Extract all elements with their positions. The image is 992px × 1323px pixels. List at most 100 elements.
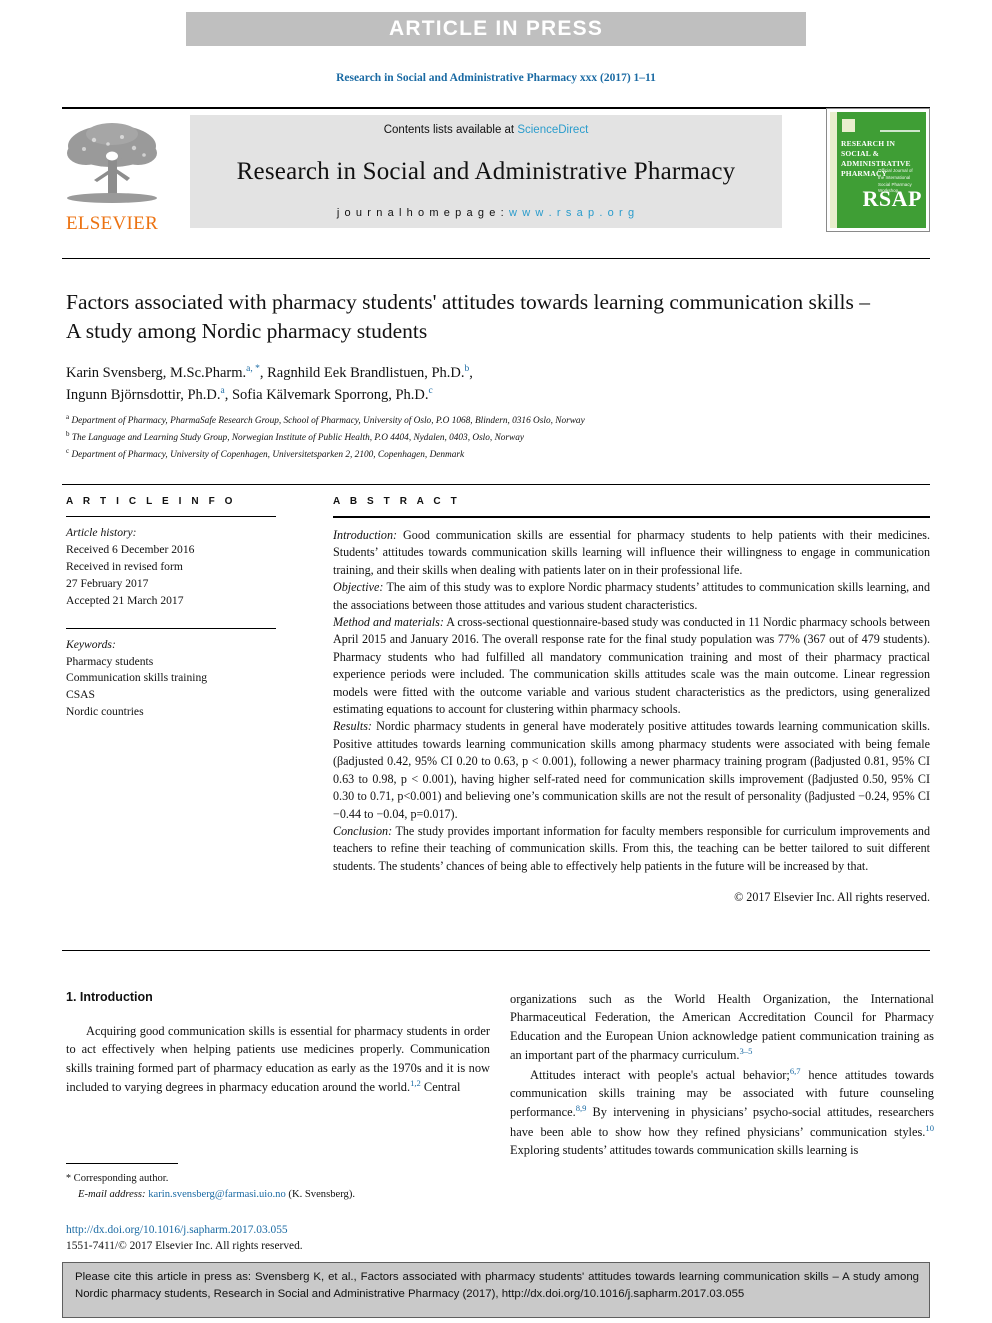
affiliation-item: c Department of Pharmacy, University of … (66, 446, 896, 463)
email-note: E-mail address: karin.svensberg@farmasi.… (66, 1187, 490, 1203)
keyword-item: CSAS (66, 688, 96, 702)
abstract-band-bottom-rule (62, 950, 930, 951)
paragraph-text: Attitudes interact with people's actual … (530, 1067, 790, 1082)
cover-art: RESEARCH IN SOCIAL & ADMINISTRATIVE PHAR… (830, 112, 926, 228)
journal-cover-thumbnail: RESEARCH IN SOCIAL & ADMINISTRATIVE PHAR… (826, 108, 930, 232)
article-history-item: Received 6 December 2016 (66, 542, 195, 556)
article-history-item: 27 February 2017 (66, 576, 149, 590)
keywords-rule (66, 627, 276, 629)
abstract-column: A B S T R A C T Introduction: Good commu… (333, 496, 930, 907)
asterisk-icon: * (66, 1173, 71, 1184)
abstract-section-text: Good communication skills are essential … (333, 528, 930, 577)
author-1-affil-marker[interactable]: a, * (246, 364, 260, 374)
paragraph-text: organizations such as the World Health O… (510, 992, 934, 1063)
paragraph: Attitudes interact with people's actual … (510, 1065, 934, 1160)
doi-block: http://dx.doi.org/10.1016/j.sapharm.2017… (66, 1222, 506, 1254)
article-info-heading: A R T I C L E I N F O (66, 496, 237, 507)
abstract-section: Introduction: Good communication skills … (333, 527, 930, 579)
journal-homepage-link[interactable]: w w w . r s a p . o r g (509, 207, 635, 219)
introduction-left-text: Acquiring good communication skills is e… (66, 1022, 490, 1097)
elsevier-logo: ELSEVIER (62, 110, 162, 233)
affiliation-item: b The Language and Learning Study Group,… (66, 429, 896, 446)
affiliation-text-b: The Language and Learning Study Group, N… (71, 433, 525, 444)
email-suffix: (K. Svensberg). (285, 1188, 356, 1200)
keyword-item: Pharmacy students (66, 654, 154, 668)
affiliation-marker-a: a (66, 413, 70, 421)
abstract-section-label: Objective: (333, 580, 384, 595)
citation-ref[interactable]: 6,7 (790, 1066, 801, 1076)
article-info-column: A R T I C L E I N F O Article history: R… (66, 496, 276, 721)
journal-masthead: ELSEVIER Contents lists available at Sci… (62, 107, 930, 233)
citation-notice-box: Please cite this article in press as: Sv… (62, 1262, 930, 1318)
elsevier-tree-icon (67, 123, 157, 203)
article-history-label: Article history: (66, 526, 137, 539)
paragraph-tail: Central (420, 1080, 461, 1095)
affiliation-marker-c: c (66, 447, 70, 456)
author-2-name: , Ragnhild Eek Brandlistuen, Ph.D. (259, 364, 465, 381)
article-in-press-label: ARTICLE IN PRESS (388, 17, 604, 40)
introduction-right-text: organizations such as the World Health O… (510, 990, 934, 1160)
abstract-section-label: Method and materials: (333, 615, 444, 630)
footnote-rule (66, 1163, 178, 1164)
affiliation-text-a: Department of Pharmacy, PharmaSafe Resea… (71, 416, 585, 427)
author-list: Karin Svensberg, M.Sc.Pharm.a, *, Ragnhi… (66, 362, 896, 407)
article-history-block: Article history: Received 6 December 201… (66, 525, 276, 610)
citation-ref[interactable]: 3–5 (740, 1046, 753, 1056)
corresponding-author-note: * Corresponding author. (66, 1171, 490, 1187)
masthead-top-rule (62, 107, 930, 109)
article-history-item: Received in revised form (66, 559, 183, 573)
abstract-section: Method and materials: A cross-sectional … (333, 614, 930, 718)
contents-prefix: Contents lists available at (383, 124, 518, 136)
introduction-heading: 1. Introduction (66, 990, 153, 1004)
keyword-item: Communication skills training (66, 671, 208, 685)
cover-rule (880, 130, 920, 132)
keywords-block: Keywords: Pharmacy students Communicatio… (66, 637, 276, 722)
sciencedirect-link[interactable]: ScienceDirect (517, 124, 588, 136)
abstract-section-label: Conclusion: (333, 823, 393, 838)
keyword-item: Nordic countries (66, 705, 144, 719)
homepage-prefix: j o u r n a l h o m e p a g e : (336, 207, 509, 219)
abstract-section-text: A cross-sectional questionnaire-based st… (333, 615, 930, 717)
email-link[interactable]: karin.svensberg@farmasi.uio.no (148, 1189, 286, 1200)
article-info-rule (66, 516, 276, 517)
affiliation-text-c: Department of Pharmacy, University of Co… (71, 450, 465, 461)
author-3-name: Ingunn Björnsdottir, Ph.D. (66, 387, 221, 404)
elsevier-wordmark: ELSEVIER (65, 213, 159, 234)
title-separator-rule (62, 258, 930, 259)
body-column-left: Acquiring good communication skills is e… (66, 1022, 490, 1097)
journal-homepage-line: j o u r n a l h o m e p a g e : w w w . … (337, 207, 635, 219)
affiliation-marker-b: b (66, 430, 70, 439)
citation-ref[interactable]: 8,9 (576, 1103, 587, 1113)
affiliation-item: a Department of Pharmacy, PharmaSafe Res… (66, 412, 896, 429)
author-line-1-comma: , (469, 364, 473, 381)
paragraph: Acquiring good communication skills is e… (66, 1022, 490, 1097)
journal-title: Research in Social and Administrative Ph… (236, 157, 736, 185)
corresponding-author-text: Corresponding author. (73, 1173, 169, 1184)
article-history-item: Accepted 21 March 2017 (66, 593, 184, 607)
page-title: Factors associated with pharmacy student… (66, 290, 870, 343)
doi-link[interactable]: http://dx.doi.org/10.1016/j.sapharm.2017… (66, 1222, 506, 1238)
citation-ref[interactable]: 10 (925, 1123, 934, 1133)
article-in-press-banner: ARTICLE IN PRESS (186, 12, 806, 46)
abstract-band-top-rule (62, 484, 930, 485)
abstract-section: Conclusion: The study provides important… (333, 823, 930, 875)
abstract-rule (333, 516, 930, 518)
keywords-label: Keywords: (66, 637, 116, 651)
abstract-section-label: Introduction: (333, 528, 398, 542)
abstract-section: Results: Nordic pharmacy students in gen… (333, 718, 930, 822)
citation-ref[interactable]: 1,2 (410, 1078, 421, 1088)
abstract-section-text: The aim of this study was to explore Nor… (333, 580, 930, 612)
abstract-body: Introduction: Good communication skills … (333, 527, 930, 907)
abstract-section: Objective: The aim of this study was to … (333, 579, 930, 614)
running-head: Research in Social and Administrative Ph… (336, 72, 656, 84)
paragraph-text: Exploring students’ attitudes towards co… (510, 1143, 859, 1158)
citation-notice-text: Please cite this article in press as: Sv… (75, 1271, 919, 1300)
affiliation-list: a Department of Pharmacy, PharmaSafe Res… (66, 412, 896, 463)
contents-available-line: Contents lists available at ScienceDirec… (384, 124, 589, 136)
author-4-affil-marker[interactable]: c (429, 386, 433, 396)
abstract-section-label: Results: (333, 719, 372, 734)
cover-publisher-badge (842, 119, 855, 132)
abstract-heading: A B S T R A C T (333, 496, 461, 507)
abstract-copyright: © 2017 Elsevier Inc. All rights reserved… (734, 890, 930, 905)
issn-copyright-line: 1551-7411/© 2017 Elsevier Inc. All right… (66, 1240, 303, 1253)
